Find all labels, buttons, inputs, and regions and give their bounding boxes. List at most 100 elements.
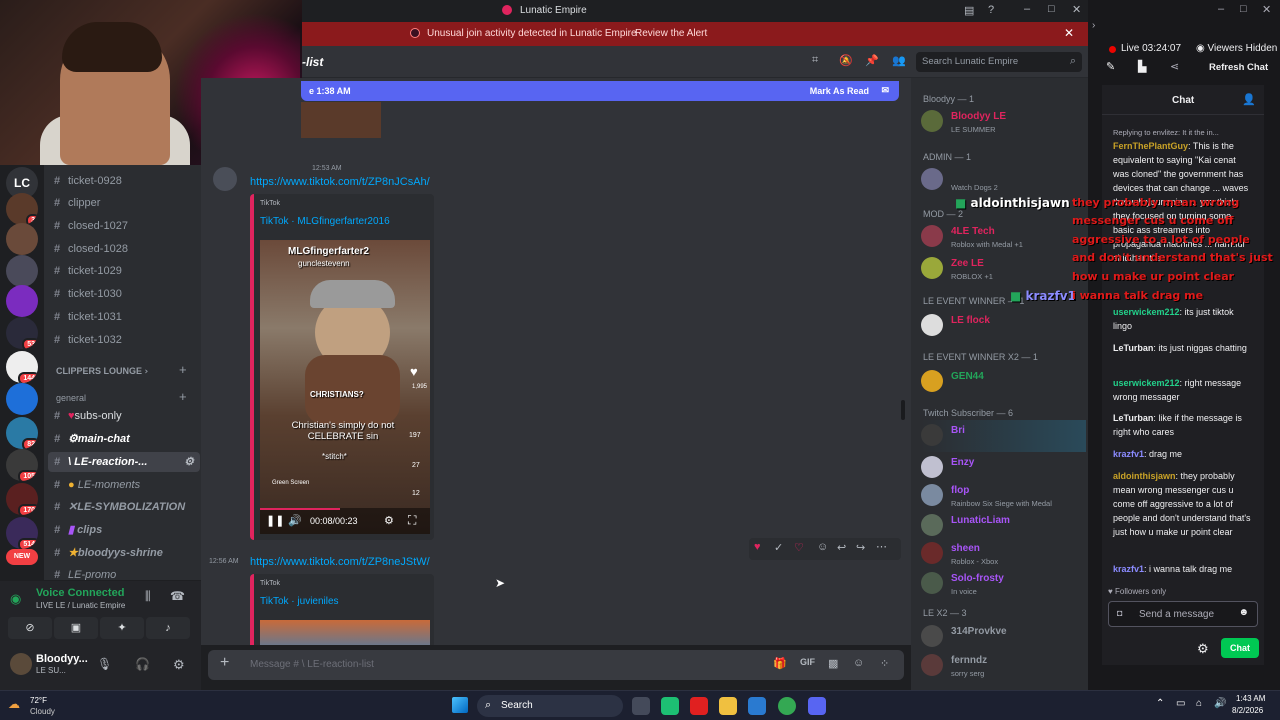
activities-button[interactable]: ✦: [100, 617, 144, 639]
gift-icon[interactable]: 🎁: [773, 657, 787, 670]
youtube-icon[interactable]: [690, 697, 708, 715]
emote-icon[interactable]: ☻: [1238, 607, 1249, 618]
message-link[interactable]: https://www.tiktok.com/t/ZP8neJStW/: [250, 556, 430, 568]
discord-icon[interactable]: [808, 697, 826, 715]
channel-item[interactable]: # ticket-1029: [54, 261, 199, 281]
members-icon[interactable]: 👥: [892, 54, 906, 67]
channel-item[interactable]: # closed-1027: [54, 216, 199, 236]
close-icon[interactable]: ✕: [1072, 3, 1081, 16]
users-icon[interactable]: 👤: [1242, 93, 1256, 106]
member-item[interactable]: 314Provkve: [921, 621, 1086, 653]
add-attachment-icon[interactable]: +: [220, 654, 229, 672]
embed-title[interactable]: TikTok · MLGfingerfarter2016: [260, 216, 390, 227]
close-icon[interactable]: ✕: [1262, 3, 1271, 16]
store-icon[interactable]: [748, 697, 766, 715]
help-icon[interactable]: ?: [988, 4, 994, 16]
screen-share-button[interactable]: ▣: [54, 617, 98, 639]
search-input[interactable]: Search Lunatic Empire ⌕: [916, 52, 1082, 72]
refresh-chat-button[interactable]: Refresh Chat: [1209, 62, 1268, 73]
server-icon[interactable]: [6, 383, 38, 415]
chevron-right-icon[interactable]: ›: [1092, 20, 1095, 31]
soundboard-button[interactable]: ♪: [146, 617, 190, 639]
message-link[interactable]: https://www.tiktok.com/t/ZP8nJCsAh/: [250, 176, 430, 188]
chrome-icon[interactable]: [778, 697, 796, 715]
member-item[interactable]: Bloodyy LE LE SUMMER: [921, 106, 1086, 138]
pause-icon[interactable]: ❚❚: [266, 514, 284, 527]
start-button[interactable]: [452, 697, 468, 713]
add-channel-icon[interactable]: +: [179, 389, 187, 404]
server-icon[interactable]: [6, 285, 38, 317]
settings-gear-icon[interactable]: ⚙: [184, 452, 194, 472]
member-item[interactable]: LE flock: [921, 310, 1086, 342]
fullscreen-icon[interactable]: ⛶: [408, 513, 416, 528]
pin-icon[interactable]: 📌: [865, 54, 879, 67]
send-chat-button[interactable]: Chat: [1221, 638, 1259, 658]
scrollbar[interactable]: [901, 400, 905, 420]
member-item[interactable]: Zee LE ROBLOX +1: [921, 253, 1086, 285]
weather-icon[interactable]: ☁: [8, 697, 20, 711]
embed-image[interactable]: [301, 102, 381, 138]
camera-off-button[interactable]: ⊘: [8, 617, 52, 639]
chat-username[interactable]: LeTurban: [1113, 343, 1153, 353]
chat-username[interactable]: aldointhisjawn: [1113, 471, 1176, 481]
server-icon[interactable]: 514: [6, 517, 38, 549]
weather-temp[interactable]: 72°F: [30, 696, 47, 705]
review-alert-link[interactable]: Review the Alert: [635, 28, 707, 39]
file-explorer-icon[interactable]: [719, 697, 737, 715]
maximize-icon[interactable]: □: [1048, 3, 1055, 15]
chat-username[interactable]: LeTurban: [1113, 413, 1153, 423]
forward-icon[interactable]: ↪: [856, 541, 865, 554]
volume-icon[interactable]: 🔊: [1214, 698, 1226, 709]
video-progress[interactable]: [260, 508, 340, 510]
member-item[interactable]: Bri: [921, 420, 1086, 452]
heart-icon[interactable]: ♥: [410, 364, 418, 379]
mark-as-read-button[interactable]: Mark As Read: [810, 86, 869, 96]
inbox-icon[interactable]: ▤: [964, 4, 974, 17]
channel-item[interactable]: # ✕LE-SYMBOLIZATION: [54, 497, 199, 517]
network-icon[interactable]: ⌂: [1196, 698, 1202, 709]
reply-icon[interactable]: ↩: [837, 541, 846, 554]
channel-item[interactable]: # ticket-0928: [54, 171, 199, 191]
clip-icon[interactable]: ▙: [1138, 60, 1146, 73]
category-clippers[interactable]: CLIPPERS LOUNGE ›: [56, 366, 148, 377]
server-icon[interactable]: 105: [6, 449, 38, 481]
sticker-icon[interactable]: ▩: [828, 657, 838, 670]
channel-item[interactable]: # clipper: [54, 193, 199, 213]
member-item[interactable]: Watch Dogs 2: [921, 164, 1086, 196]
chevron-up-icon[interactable]: ⌃: [1156, 698, 1164, 709]
check-reaction-icon[interactable]: ✓: [774, 541, 783, 554]
channel-item-active[interactable]: # \ LE-reaction-... ⚙: [48, 452, 200, 472]
settings-gear-icon[interactable]: ⚙: [173, 657, 185, 673]
member-item[interactable]: sheen Roblox - Xbox: [921, 538, 1086, 570]
settings-gear-icon[interactable]: ⚙: [384, 514, 394, 527]
maximize-icon[interactable]: □: [1240, 3, 1247, 15]
chat-input[interactable]: ◘ Send a message ☻: [1108, 601, 1258, 627]
app-icon[interactable]: [661, 697, 679, 715]
channel-item[interactable]: # ticket-1032: [54, 330, 199, 350]
server-icon[interactable]: [6, 255, 38, 287]
channel-item[interactable]: # closed-1028: [54, 239, 199, 259]
message-composer[interactable]: + Message # \ LE-reaction-list 🎁 GIF ▩ ☺…: [208, 650, 904, 680]
taskbar-search[interactable]: ⌕ Search: [477, 695, 623, 717]
clock-time[interactable]: 1:43 AM: [1236, 694, 1265, 703]
avatar[interactable]: [10, 653, 32, 675]
chat-username[interactable]: userwickem212: [1113, 378, 1180, 388]
member-item[interactable]: flop Rainbow Six Siege with Medal: [921, 480, 1086, 512]
embed-thumbnail[interactable]: [260, 620, 430, 645]
headphones-icon[interactable]: 🎧: [135, 657, 150, 671]
threads-icon[interactable]: ⌗: [812, 54, 818, 67]
server-icon[interactable]: [6, 223, 38, 255]
microphone-icon[interactable]: 🎙: [97, 657, 112, 671]
waveform-icon[interactable]: ⫼: [145, 589, 151, 604]
server-icon[interactable]: 144: [6, 351, 38, 383]
volume-icon[interactable]: 🔊: [288, 514, 302, 527]
apps-icon[interactable]: ⁘: [880, 657, 889, 670]
heart-reaction-icon[interactable]: ♥: [754, 541, 761, 553]
embed-title[interactable]: TikTok · juvieniles: [260, 596, 339, 607]
avatar[interactable]: [213, 167, 237, 191]
emoji-icon[interactable]: ☺: [853, 657, 864, 669]
add-channel-icon[interactable]: +: [179, 362, 187, 377]
more-options-icon[interactable]: ⋯: [876, 540, 887, 553]
minimize-icon[interactable]: –: [1024, 3, 1030, 15]
chat-username[interactable]: FernThePlantGuy: [1113, 141, 1188, 151]
